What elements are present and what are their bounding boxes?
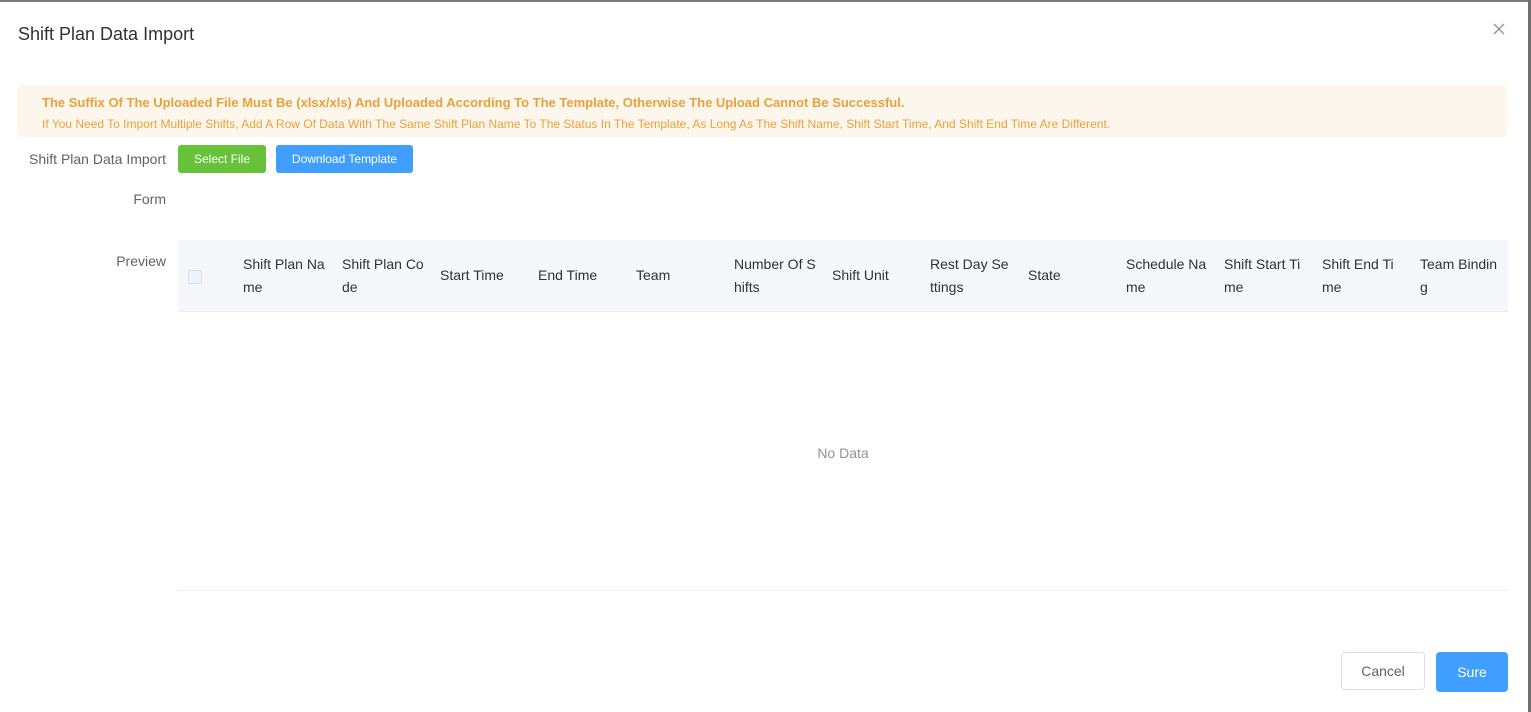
column-header: State (1028, 267, 1061, 283)
column-header: Shift Start Time (1224, 255, 1301, 295)
dialog-title: Shift Plan Data Import (18, 24, 195, 44)
empty-state-text: No Data (817, 445, 869, 461)
preview-table: Shift Plan Name Shift Plan Code Start Ti… (178, 240, 1508, 591)
column-header: Team Binding (1420, 255, 1498, 295)
column-header: Shift Unit (832, 267, 889, 283)
column-header: Number Of Shifts (734, 255, 816, 295)
preview-label: Preview (116, 253, 166, 269)
column-header: Start Time (440, 267, 504, 283)
column-header: End Time (538, 267, 598, 283)
alert-description: If You Need To Import Multiple Shifts, A… (42, 117, 1111, 131)
alert-title: The Suffix Of The Uploaded File Must Be … (42, 95, 905, 110)
select-all-checkbox[interactable] (188, 270, 202, 284)
import-dialog: Shift Plan Data Import The Suffix Of The… (0, 2, 1528, 712)
close-icon[interactable] (1490, 20, 1508, 38)
table-bottom-border (178, 590, 1508, 591)
table-header: Shift Plan Name Shift Plan Code Start Ti… (178, 240, 1508, 312)
column-header: Schedule Name (1126, 255, 1207, 295)
cancel-button[interactable]: Cancel (1341, 652, 1425, 690)
form-label: Form (133, 191, 166, 207)
column-header: Shift End Time (1322, 255, 1394, 295)
column-header: Rest Day Settings (930, 255, 1009, 295)
warning-alert: The Suffix Of The Uploaded File Must Be … (17, 85, 1507, 137)
download-template-button[interactable]: Download Template (276, 145, 413, 173)
sure-button[interactable]: Sure (1436, 652, 1508, 692)
column-header: Shift Plan Name (243, 255, 325, 295)
column-header: Shift Plan Code (342, 255, 424, 295)
select-file-button[interactable]: Select File (178, 145, 266, 173)
import-label: Shift Plan Data Import (29, 151, 166, 167)
column-header: Team (636, 267, 671, 283)
